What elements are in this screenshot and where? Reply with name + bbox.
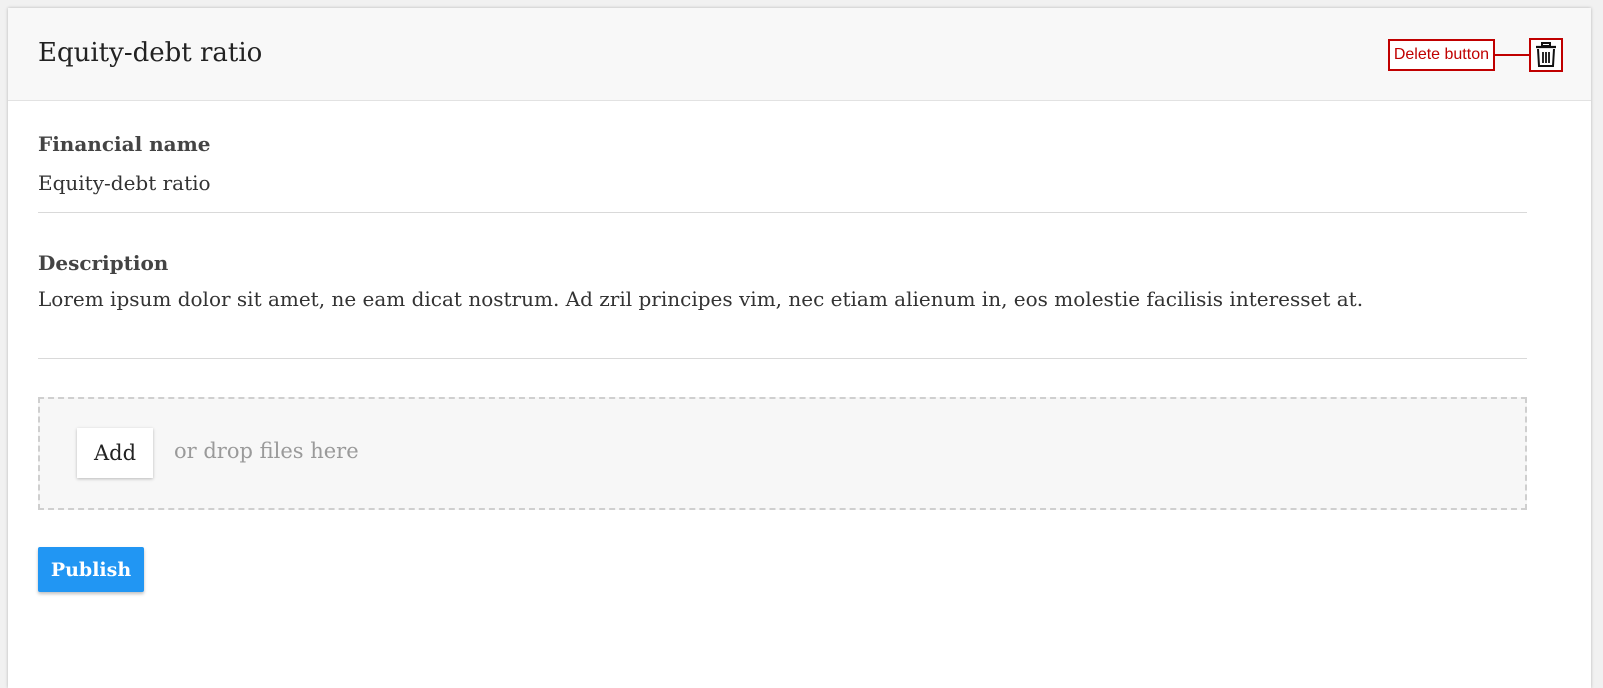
file-dropzone[interactable]: Add or drop files here <box>38 397 1527 510</box>
delete-button-annotation: Delete button <box>1387 39 1495 71</box>
trash-icon <box>1536 42 1556 67</box>
financial-name-underline <box>38 212 1527 213</box>
description-field[interactable]: Description Lorem ipsum dolor sit amet, … <box>38 251 1527 361</box>
card-header: Equity-debt ratio Delete button <box>8 8 1591 101</box>
delete-button[interactable] <box>1529 38 1563 72</box>
financial-name-label: Financial name <box>38 132 211 156</box>
description-value: Lorem ipsum dolor sit amet, ne eam dicat… <box>38 287 1364 311</box>
drop-hint: or drop files here <box>174 439 359 463</box>
publish-button[interactable]: Publish <box>38 547 144 592</box>
financial-name-field[interactable]: Financial name Equity-debt ratio <box>38 132 1527 214</box>
card-title: Equity-debt ratio <box>38 38 263 68</box>
add-file-button[interactable]: Add <box>77 428 153 478</box>
financial-card: Equity-debt ratio Delete button Financia… <box>8 8 1591 688</box>
description-underline <box>38 358 1527 359</box>
financial-name-value: Equity-debt ratio <box>38 171 211 195</box>
annotation-connector <box>1495 54 1531 56</box>
description-label: Description <box>38 251 169 275</box>
